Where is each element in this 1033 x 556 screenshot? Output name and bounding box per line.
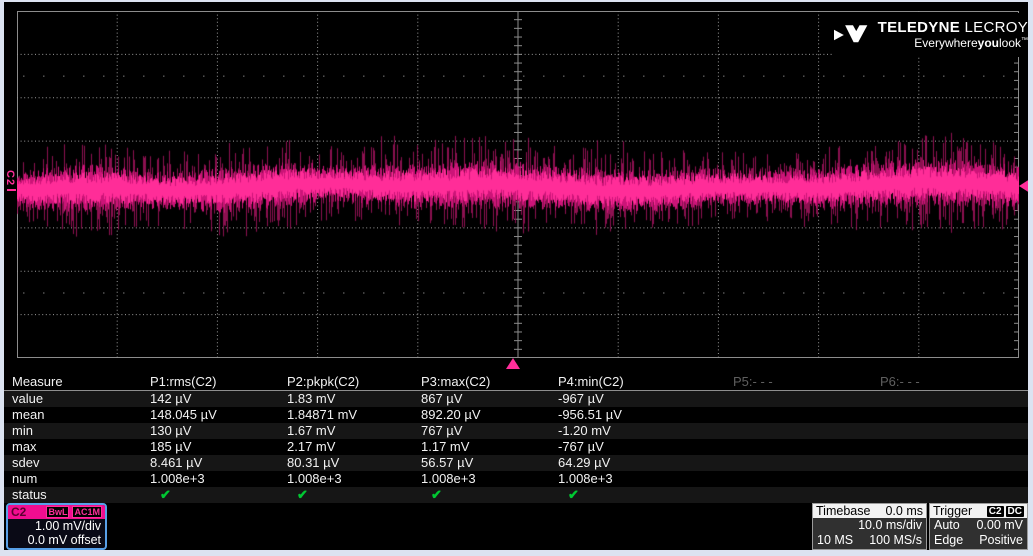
status-check-p4-icon: ✔ (568, 487, 579, 502)
cell-p3-value: 867 µV (421, 391, 463, 406)
brand-lecroy: LECROY (960, 19, 1028, 37)
timebase-header[interactable]: Timebase 0.0 ms (813, 504, 926, 518)
cell-p1-mean: 148.045 µV (150, 407, 217, 422)
measure-row-min: min 130 µV 1.67 mV 767 µV -1.20 mV (4, 423, 1028, 439)
channel-scale-value: 1.00 mV/div (34, 519, 101, 533)
cell-p3-max: 1.17 mV (421, 439, 470, 454)
scope-display: C2 TELEDYNE LECROY Everywhereyoulook™ Me… (4, 2, 1028, 550)
timebase-rate-value: 100 MS/s (869, 533, 922, 547)
cell-p1-max: 185 µV (150, 439, 192, 454)
bandwidth-limit-badge: BwL (46, 506, 70, 518)
tagline-pre: Everywhere (914, 35, 978, 50)
trigger-slope-value: Positive (979, 533, 1023, 547)
param-header-p6[interactable]: P6:- - - (880, 374, 920, 390)
measure-row-status: status ✔ ✔ ✔ ✔ (4, 487, 1028, 503)
teledyne-arrow-icon (834, 25, 868, 43)
param-header-p4[interactable]: P4:min(C2) (558, 374, 624, 390)
param-header-p3[interactable]: P3:max(C2) (421, 374, 490, 390)
cell-p4-min: -1.20 mV (558, 423, 611, 438)
cell-p3-min: 767 µV (421, 423, 463, 438)
cell-p4-sdev: 64.29 µV (558, 455, 611, 470)
trigger-title: Trigger (933, 504, 973, 518)
row-label: min (12, 423, 33, 438)
cell-p4-num: 1.008e+3 (558, 471, 613, 486)
measure-row-num: num 1.008e+3 1.008e+3 1.008e+3 1.008e+3 (4, 471, 1028, 487)
cell-p2-mean: 1.84871 mV (287, 407, 358, 422)
channel-c2-descriptor-box[interactable]: C2 BwL AC1M 1.00 mV/div 0.0 mV offset (6, 503, 107, 550)
row-label: sdev (12, 455, 40, 470)
trigger-coupling-badge: DC (1005, 505, 1024, 517)
cell-p1-value: 142 µV (150, 391, 192, 406)
cell-p4-max: -767 µV (558, 439, 604, 454)
trigger-time-marker-icon[interactable] (506, 358, 520, 369)
timebase-per-div-value: 10.0 ms/div (858, 518, 922, 532)
trigger-header[interactable]: Trigger C2 DC (930, 504, 1027, 518)
timebase-box[interactable]: Timebase 0.0 ms 10.0 ms/div 10 MS 100 MS… (812, 503, 927, 550)
measure-row-sdev: sdev 8.461 µV 80.31 µV 56.57 µV 64.29 µV (4, 455, 1028, 471)
cell-p2-sdev: 80.31 µV (287, 455, 340, 470)
trigger-type-value: Edge (934, 533, 964, 547)
cell-p2-value: 1.83 mV (287, 391, 336, 406)
row-label: value (12, 391, 44, 406)
timebase-title: Timebase (816, 504, 871, 518)
cell-p2-min: 1.67 mV (287, 423, 336, 438)
channel-c2-offset-marker[interactable] (7, 189, 16, 191)
channel-c2-header[interactable]: C2 BwL AC1M (8, 505, 105, 519)
tagline-you: you (977, 35, 999, 50)
row-label: status (12, 487, 47, 502)
brand-teledyne: TELEDYNE (877, 19, 961, 37)
timebase-position-value: 0.0 ms (885, 504, 923, 518)
cell-p1-min: 130 µV (150, 423, 192, 438)
measure-row-max: max 185 µV 2.17 mV 1.17 mV -767 µV (4, 439, 1028, 455)
row-label: num (12, 471, 38, 486)
cell-p1-num: 1.008e+3 (150, 471, 205, 486)
brand-tagline: Everywhereyoulook™ (914, 35, 1028, 50)
measure-table-title: Measure (12, 374, 63, 389)
trigger-source-badge: C2 (986, 505, 1004, 517)
cell-p4-value: -967 µV (558, 391, 604, 406)
status-check-p1-icon: ✔ (160, 487, 171, 502)
status-check-p3-icon: ✔ (431, 487, 442, 502)
waveform-trace-c2 (17, 11, 1019, 358)
timebase-samples-value: 10 MS (817, 533, 854, 547)
cell-p2-max: 2.17 mV (287, 439, 336, 454)
status-check-p2-icon: ✔ (297, 487, 308, 502)
trigger-mode-value: Auto (934, 518, 960, 532)
channel-c2-axis-label: C2 (4, 170, 16, 187)
cell-p3-sdev: 56.57 µV (421, 455, 474, 470)
row-label: max (12, 439, 37, 454)
measure-header-row: Measure P1:rms(C2) P2:pkpk(C2) P3:max(C2… (4, 374, 1028, 390)
brand-name: TELEDYNE LECROY (877, 19, 1028, 37)
cell-p1-sdev: 8.461 µV (150, 455, 203, 470)
trigger-box[interactable]: Trigger C2 DC Auto 0.00 mV Edge Positive (929, 503, 1028, 550)
cell-p4-mean: -956.51 µV (558, 407, 622, 422)
row-label: mean (12, 407, 45, 422)
coupling-ac1m-badge: AC1M (72, 506, 102, 518)
param-header-p5[interactable]: P5:- - - (733, 374, 773, 390)
trigger-level-value: 0.00 mV (976, 518, 1023, 532)
waveform-plot-area (17, 11, 1019, 358)
param-header-p1[interactable]: P1:rms(C2) (150, 374, 216, 390)
oscilloscope-window: C2 TELEDYNE LECROY Everywhereyoulook™ Me… (0, 0, 1033, 556)
trigger-level-marker-icon[interactable] (1019, 179, 1028, 193)
param-header-p2[interactable]: P2:pkpk(C2) (287, 374, 359, 390)
cell-p3-num: 1.008e+3 (421, 471, 476, 486)
cell-p3-mean: 892.20 µV (421, 407, 481, 422)
measure-row-value: value 142 µV 1.83 mV 867 µV -967 µV (4, 391, 1028, 407)
tagline-post: look (998, 35, 1021, 50)
logo-text: TELEDYNE LECROY Everywhereyoulook™ (877, 19, 1028, 50)
channel-offset-value: 0.0 mV offset (27, 533, 101, 547)
teledyne-lecroy-logo: TELEDYNE LECROY Everywhereyoulook™ (834, 13, 1028, 57)
trademark-symbol: ™ (1021, 36, 1028, 44)
cell-p2-num: 1.008e+3 (287, 471, 342, 486)
channel-name: C2 (11, 505, 27, 519)
measure-row-mean: mean 148.045 µV 1.84871 mV 892.20 µV -95… (4, 407, 1028, 423)
